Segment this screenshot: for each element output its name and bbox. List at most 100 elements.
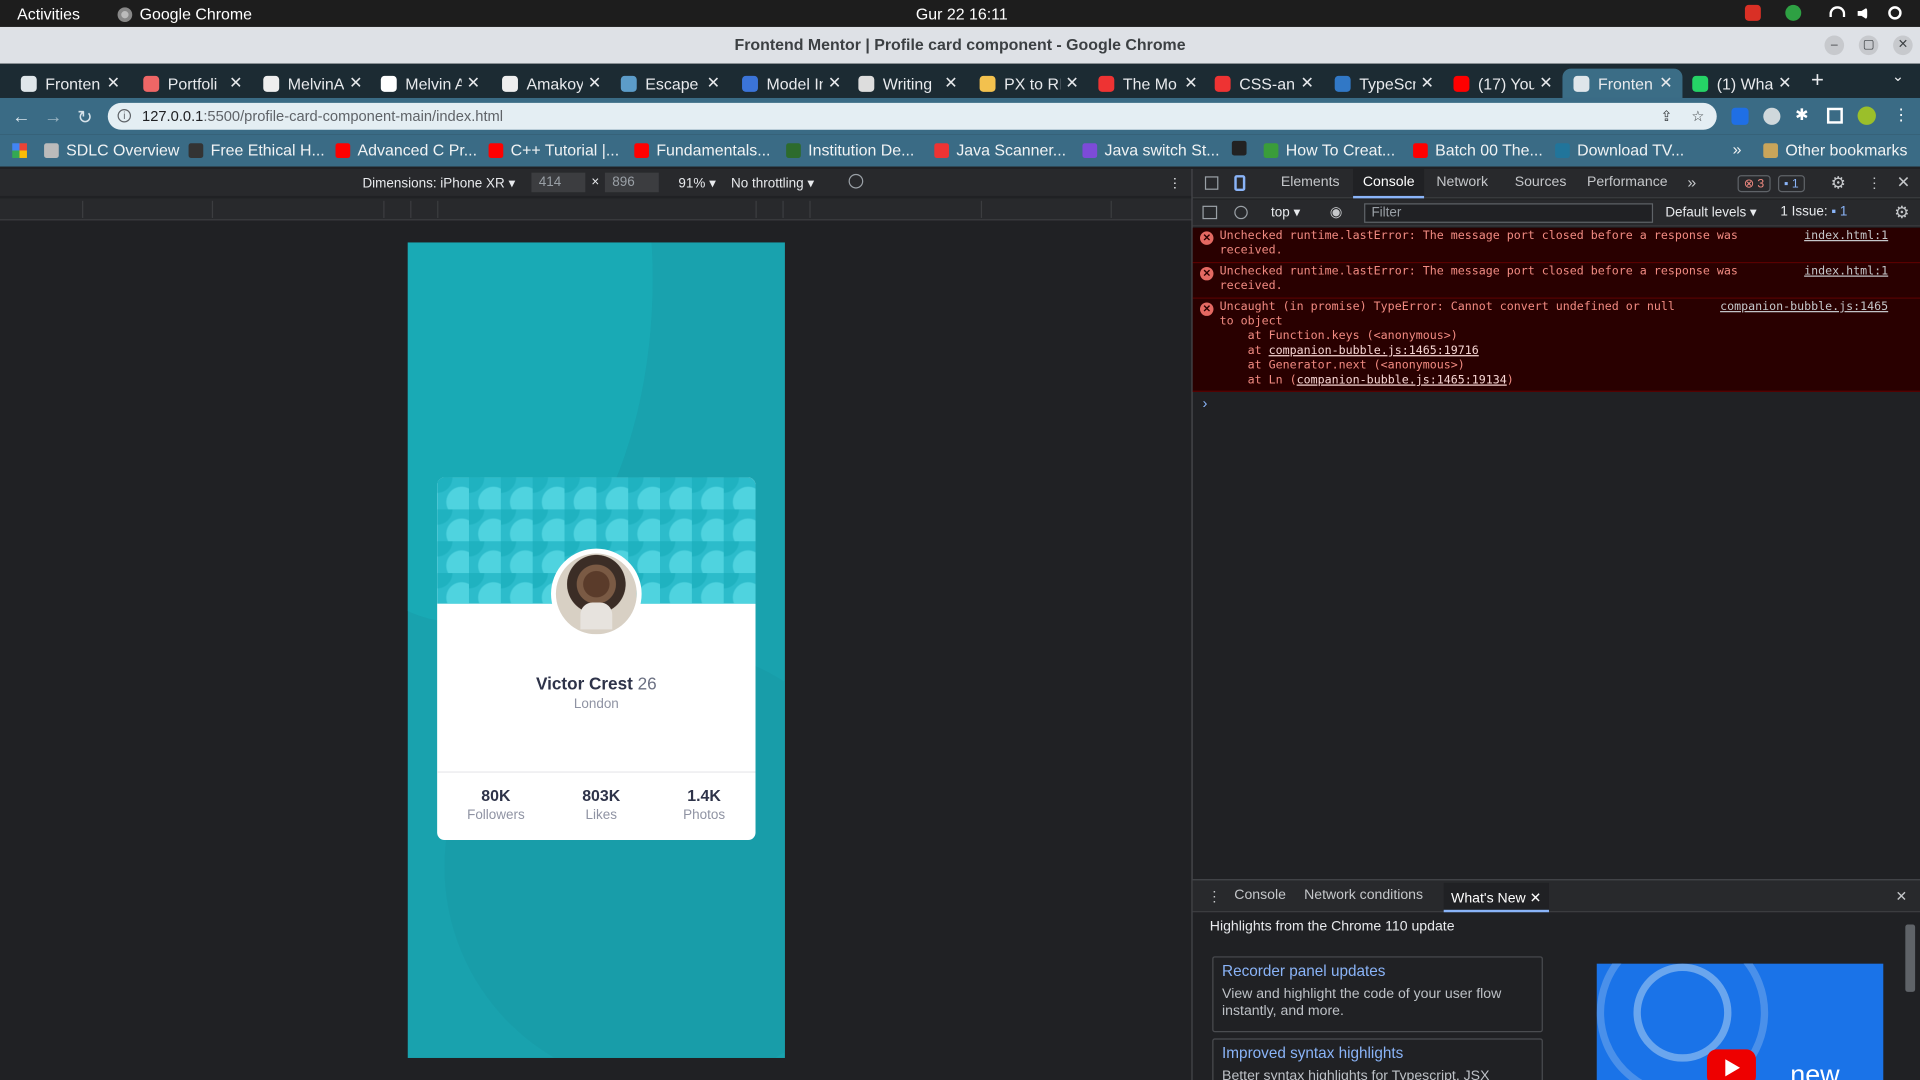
browser-tab[interactable]: (17) You ✕ (1442, 69, 1562, 98)
height-input[interactable]: 896 (604, 172, 659, 193)
inspect-element-icon[interactable] (1204, 176, 1219, 190)
bookmark-item[interactable]: Free Ethical H... (188, 141, 325, 159)
message-source-link[interactable]: index.html:1 (1804, 264, 1888, 279)
close-tab-icon[interactable]: ✕ (1184, 73, 1197, 93)
close-tab-icon[interactable]: ✕ (229, 73, 242, 93)
browser-tab[interactable]: Portfoli ✕ (132, 69, 252, 98)
console-settings-icon[interactable]: ⚙ (1894, 202, 1909, 223)
back-button[interactable]: ← (12, 107, 30, 128)
close-tab-icon[interactable]: ✕ (1659, 73, 1672, 93)
chrome-menu-icon[interactable]: ⋮ (1893, 105, 1909, 125)
tab-performance[interactable]: Performance (1587, 175, 1668, 190)
browser-tab[interactable]: Melvin A ✕ (370, 69, 490, 98)
message-source-link[interactable]: index.html:1 (1804, 229, 1888, 244)
close-tab-icon[interactable]: ✕ (588, 73, 601, 93)
bookmark-item[interactable]: Fundamentals... (634, 141, 770, 159)
close-tab-icon[interactable]: ✕ (1065, 73, 1078, 93)
close-tab-icon[interactable]: ✕ (467, 73, 480, 93)
console-error-message[interactable]: ✕ Unchecked runtime.lastError: The messa… (1192, 227, 1920, 264)
apps-icon[interactable] (12, 143, 27, 158)
wifi-icon[interactable] (1829, 6, 1846, 18)
rotate-icon[interactable] (848, 173, 864, 189)
bookmark-item[interactable]: Download TV... (1555, 141, 1684, 159)
profile-avatar[interactable] (1857, 106, 1876, 125)
side-panel-icon[interactable] (1826, 107, 1843, 124)
console-error-message[interactable]: ✕ Uncaught (in promise) TypeError: Canno… (1192, 298, 1920, 392)
bookmark-item[interactable]: Java switch St... (1082, 141, 1220, 159)
maximize-button[interactable]: ▢ (1858, 35, 1879, 56)
close-devtools-icon[interactable]: ✕ (1897, 173, 1910, 193)
bookmark-item[interactable]: Institution De... (786, 141, 914, 159)
bookmarks-overflow-button[interactable]: » (1733, 140, 1742, 158)
browser-tab[interactable]: Amakoy ✕ (491, 69, 611, 98)
sidebar-toggle-icon[interactable] (1202, 205, 1218, 220)
clear-console-icon[interactable] (1234, 205, 1248, 220)
bookmark-star-icon[interactable]: ☆ (1691, 103, 1704, 130)
media-query-ruler[interactable] (0, 198, 1193, 221)
error-count-badge[interactable]: ⊗ 3 (1737, 175, 1771, 193)
console-prompt[interactable]: › (1202, 394, 1207, 411)
close-tab-icon[interactable]: ✕ (1301, 73, 1314, 93)
live-expression-eye-icon[interactable]: ◉ (1330, 203, 1343, 220)
close-window-button[interactable]: ✕ (1893, 35, 1913, 56)
console-error-message[interactable]: ✕ Unchecked runtime.lastError: The messa… (1192, 263, 1920, 299)
bookmark-item[interactable]: How To Creat... (1263, 141, 1395, 159)
whats-new-video-thumbnail[interactable]: new (1596, 963, 1884, 1080)
browser-tab[interactable]: Fronten ✕ (1562, 68, 1683, 98)
close-tab-icon[interactable]: ✕ (707, 73, 720, 93)
close-tab-icon[interactable]: ✕ (944, 73, 957, 93)
news-card[interactable]: Recorder panel updates View and highligh… (1212, 956, 1543, 1033)
share-icon[interactable]: ⇪ (1660, 103, 1672, 130)
reload-button[interactable]: ↻ (77, 107, 92, 129)
power-icon[interactable] (1888, 6, 1902, 20)
device-more-icon[interactable]: ⋮ (1168, 175, 1181, 191)
browser-tab[interactable]: MelvinA ✕ (252, 69, 372, 98)
drawer-scrollbar[interactable] (1905, 924, 1916, 992)
clock[interactable]: Gur 22 16:11 (916, 5, 1008, 23)
youtube-play-icon[interactable] (1706, 1049, 1756, 1080)
news-card[interactable]: Improved syntax highlights Better syntax… (1212, 1038, 1543, 1080)
address-bar[interactable]: i 127.0.0.1:5500/profile-card-component-… (107, 102, 1717, 130)
throttle-select[interactable]: No throttling ▾ (731, 175, 814, 191)
issues-counter[interactable]: 1 Issue: ▪ 1 (1780, 204, 1847, 219)
extension-icon-1[interactable] (1731, 107, 1749, 125)
browser-tab[interactable]: PX to RE✕ (969, 69, 1089, 98)
other-bookmarks[interactable]: Other bookmarks (1763, 141, 1907, 159)
bookmark-item[interactable]: Batch 00 The... (1413, 141, 1543, 159)
bookmark-item[interactable]: Advanced C Pr... (335, 141, 477, 159)
settings-gear-icon[interactable]: ⚙ (1831, 173, 1846, 194)
drawer-tab-network-conditions[interactable]: Network conditions (1304, 888, 1423, 903)
new-tab-button[interactable]: + (1811, 67, 1824, 93)
info-icon[interactable]: i (117, 108, 132, 123)
tab-console[interactable]: Console (1353, 168, 1425, 199)
app-menu[interactable]: Google Chrome (117, 5, 252, 23)
console-filter-input[interactable]: Filter (1364, 203, 1654, 223)
message-source-link[interactable]: companion-bubble.js:1465 (1720, 300, 1888, 315)
bookmark-item[interactable]: C++ Tutorial |... (488, 141, 619, 159)
browser-tab[interactable]: TypeScr ✕ (1324, 69, 1444, 98)
bookmark-item[interactable] (1231, 140, 1254, 156)
stack-link[interactable]: companion-bubble.js:1465:19134 (1297, 373, 1507, 386)
more-tabs-button[interactable]: » (1687, 173, 1696, 191)
browser-tab[interactable]: Writing ✕ (847, 69, 967, 98)
forward-button[interactable]: → (44, 107, 62, 128)
close-tab-icon[interactable]: ✕ (1530, 891, 1542, 906)
browser-tab[interactable]: Model In ✕ (731, 69, 851, 98)
close-tab-icon[interactable]: ✕ (107, 73, 120, 93)
extension-icon-2[interactable] (1763, 107, 1781, 125)
browser-tab[interactable]: Escape i ✕ (610, 69, 730, 98)
tab-sources[interactable]: Sources (1515, 175, 1567, 190)
tab-elements[interactable]: Elements (1281, 175, 1340, 190)
log-levels-select[interactable]: Default levels ▾ (1665, 204, 1756, 221)
close-tab-icon[interactable]: ✕ (349, 73, 362, 93)
minimize-button[interactable]: – (1824, 35, 1845, 56)
zoom-select[interactable]: 91% ▾ (678, 175, 715, 191)
browser-tab[interactable]: (1) Wha ✕ (1681, 69, 1801, 98)
screen-share-icon[interactable] (1744, 4, 1761, 21)
close-tab-icon[interactable]: ✕ (828, 73, 841, 93)
extensions-puzzle-icon[interactable]: ✱ (1795, 105, 1808, 125)
issues-badge[interactable]: ▪ 1 (1777, 175, 1805, 193)
activities-button[interactable]: Activities (17, 5, 80, 23)
device-select[interactable]: Dimensions: iPhone XR ▾ (362, 175, 515, 191)
shield-icon[interactable] (1785, 4, 1802, 21)
